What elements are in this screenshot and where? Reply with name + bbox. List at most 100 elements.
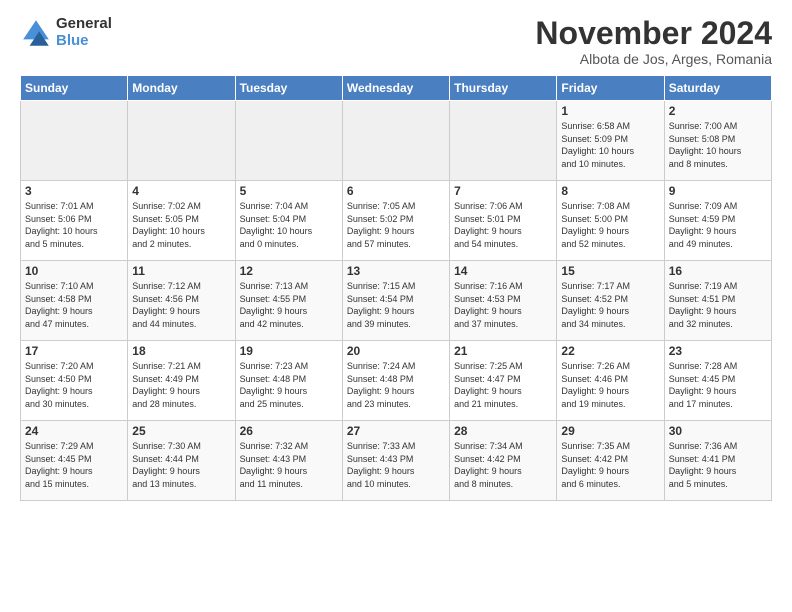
col-wednesday: Wednesday — [342, 76, 449, 101]
calendar-cell: 15 Sunrise: 7:17 AMSunset: 4:52 PMDayligh… — [557, 261, 664, 341]
day-info: Sunrise: 7:36 AMSunset: 4:41 PMDaylight:… — [669, 440, 767, 490]
day-info: Sunrise: 7:32 AMSunset: 4:43 PMDaylight:… — [240, 440, 338, 490]
logo-general: General — [56, 16, 112, 33]
month-title: November 2024 — [535, 16, 772, 51]
calendar-cell: 25Sunrise: 7:30 AMSunset: 4:44 PMDayligh… — [128, 421, 235, 501]
day-info: Sunrise: 7:13 AMSunset: 4:55 PMDaylight:… — [240, 280, 338, 330]
day-info: Sunrise: 7:00 AMSunset: 5:08 PMDaylight:… — [669, 120, 767, 170]
logo-blue: Blue — [56, 33, 112, 50]
day-number: 9 — [669, 184, 767, 198]
day-info: Sunrise: 7:28 AMSunset: 4:45 PMDaylight:… — [669, 360, 767, 410]
calendar-cell: 22Sunrise: 7:26 AMSunset: 4:46 PMDayligh… — [557, 341, 664, 421]
calendar-table: Sunday Monday Tuesday Wednesday Thursday… — [20, 75, 772, 501]
calendar-cell: 20 Sunrise: 7:24 AMSunset: 4:48 PMDayligh… — [342, 341, 449, 421]
day-number: 22 — [561, 344, 659, 358]
day-info: Sunrise: 7:34 AMSunset: 4:42 PMDaylight:… — [454, 440, 552, 490]
day-number: 3 — [25, 184, 123, 198]
day-number: 1 — [561, 104, 659, 118]
calendar-header: Sunday Monday Tuesday Wednesday Thursday… — [21, 76, 772, 101]
day-info: Sunrise: 7:16 AMSunset: 4:53 PMDaylight:… — [454, 280, 552, 330]
day-number: 2 — [669, 104, 767, 118]
calendar-cell — [342, 101, 449, 181]
location: Albota de Jos, Arges, Romania — [535, 51, 772, 67]
day-info: Sunrise: 7:06 AMSunset: 5:01 PMDaylight:… — [454, 200, 552, 250]
title-area: November 2024 Albota de Jos, Arges, Roma… — [535, 16, 772, 67]
day-info: Sunrise: 7:33 AMSunset: 4:43 PMDaylight:… — [347, 440, 445, 490]
calendar-cell: 26 Sunrise: 7:32 AMSunset: 4:43 PMDayligh… — [235, 421, 342, 501]
day-number: 11 — [132, 264, 230, 278]
day-number: 6 — [347, 184, 445, 198]
day-number: 19 — [240, 344, 338, 358]
calendar-week-0: 1Sunrise: 6:58 AMSunset: 5:09 PMDaylight… — [21, 101, 772, 181]
calendar-cell — [128, 101, 235, 181]
col-sunday: Sunday — [21, 76, 128, 101]
day-info: Sunrise: 7:10 AMSunset: 4:58 PMDaylight:… — [25, 280, 123, 330]
day-number: 14 — [454, 264, 552, 278]
day-number: 4 — [132, 184, 230, 198]
col-friday: Friday — [557, 76, 664, 101]
day-number: 25 — [132, 424, 230, 438]
calendar-cell — [235, 101, 342, 181]
day-info: Sunrise: 7:15 AMSunset: 4:54 PMDaylight:… — [347, 280, 445, 330]
calendar-cell: 24 Sunrise: 7:29 AMSunset: 4:45 PMDayligh… — [21, 421, 128, 501]
day-number: 10 — [25, 264, 123, 278]
day-number: 8 — [561, 184, 659, 198]
day-info: Sunrise: 7:09 AMSunset: 4:59 PMDaylight:… — [669, 200, 767, 250]
day-number: 27 — [347, 424, 445, 438]
day-number: 30 — [669, 424, 767, 438]
col-monday: Monday — [128, 76, 235, 101]
col-saturday: Saturday — [664, 76, 771, 101]
day-info: Sunrise: 7:21 AMSunset: 4:49 PMDaylight:… — [132, 360, 230, 410]
col-tuesday: Tuesday — [235, 76, 342, 101]
day-info: Sunrise: 7:02 AMSunset: 5:05 PMDaylight:… — [132, 200, 230, 250]
day-info: Sunrise: 7:17 AMSunset: 4:52 PMDaylight:… — [561, 280, 659, 330]
calendar-cell: 13 Sunrise: 7:15 AMSunset: 4:54 PMDayligh… — [342, 261, 449, 341]
calendar-cell: 4 Sunrise: 7:02 AMSunset: 5:05 PMDaylight… — [128, 181, 235, 261]
calendar-cell: 1Sunrise: 6:58 AMSunset: 5:09 PMDaylight… — [557, 101, 664, 181]
day-info: Sunrise: 7:24 AMSunset: 4:48 PMDaylight:… — [347, 360, 445, 410]
calendar-cell — [450, 101, 557, 181]
calendar-cell: 19Sunrise: 7:23 AMSunset: 4:48 PMDayligh… — [235, 341, 342, 421]
day-number: 26 — [240, 424, 338, 438]
logo-icon — [20, 17, 52, 49]
day-info: Sunrise: 7:05 AMSunset: 5:02 PMDaylight:… — [347, 200, 445, 250]
day-info: Sunrise: 7:25 AMSunset: 4:47 PMDaylight:… — [454, 360, 552, 410]
page-container: General Blue November 2024 Albota de Jos… — [0, 0, 792, 511]
day-number: 17 — [25, 344, 123, 358]
calendar-cell: 17 Sunrise: 7:20 AMSunset: 4:50 PMDayligh… — [21, 341, 128, 421]
day-number: 18 — [132, 344, 230, 358]
calendar-cell: 27 Sunrise: 7:33 AMSunset: 4:43 PMDayligh… — [342, 421, 449, 501]
day-info: Sunrise: 7:19 AMSunset: 4:51 PMDaylight:… — [669, 280, 767, 330]
day-info: Sunrise: 7:29 AMSunset: 4:45 PMDaylight:… — [25, 440, 123, 490]
day-info: Sunrise: 7:12 AMSunset: 4:56 PMDaylight:… — [132, 280, 230, 330]
calendar-cell — [21, 101, 128, 181]
day-number: 21 — [454, 344, 552, 358]
day-info: Sunrise: 7:35 AMSunset: 4:42 PMDaylight:… — [561, 440, 659, 490]
day-number: 15 — [561, 264, 659, 278]
day-number: 20 — [347, 344, 445, 358]
header-row: Sunday Monday Tuesday Wednesday Thursday… — [21, 76, 772, 101]
day-number: 29 — [561, 424, 659, 438]
calendar-cell: 10 Sunrise: 7:10 AMSunset: 4:58 PMDayligh… — [21, 261, 128, 341]
calendar-cell: 2 Sunrise: 7:00 AMSunset: 5:08 PMDaylight… — [664, 101, 771, 181]
calendar-cell: 12Sunrise: 7:13 AMSunset: 4:55 PMDayligh… — [235, 261, 342, 341]
calendar-cell: 28Sunrise: 7:34 AMSunset: 4:42 PMDayligh… — [450, 421, 557, 501]
calendar-week-1: 3Sunrise: 7:01 AMSunset: 5:06 PMDaylight… — [21, 181, 772, 261]
calendar-cell: 21 Sunrise: 7:25 AMSunset: 4:47 PMDayligh… — [450, 341, 557, 421]
col-thursday: Thursday — [450, 76, 557, 101]
calendar-cell: 5Sunrise: 7:04 AMSunset: 5:04 PMDaylight… — [235, 181, 342, 261]
calendar-cell: 16Sunrise: 7:19 AMSunset: 4:51 PMDayligh… — [664, 261, 771, 341]
calendar-cell: 29 Sunrise: 7:35 AMSunset: 4:42 PMDayligh… — [557, 421, 664, 501]
calendar-cell: 8 Sunrise: 7:08 AMSunset: 5:00 PMDaylight… — [557, 181, 664, 261]
logo-text: General Blue — [56, 16, 112, 49]
logo: General Blue — [20, 16, 112, 49]
day-info: Sunrise: 7:08 AMSunset: 5:00 PMDaylight:… — [561, 200, 659, 250]
day-number: 23 — [669, 344, 767, 358]
day-info: Sunrise: 7:20 AMSunset: 4:50 PMDaylight:… — [25, 360, 123, 410]
day-number: 13 — [347, 264, 445, 278]
header: General Blue November 2024 Albota de Jos… — [20, 16, 772, 67]
calendar-cell: 30 Sunrise: 7:36 AMSunset: 4:41 PMDayligh… — [664, 421, 771, 501]
calendar-week-4: 24 Sunrise: 7:29 AMSunset: 4:45 PMDayligh… — [21, 421, 772, 501]
day-number: 7 — [454, 184, 552, 198]
day-number: 24 — [25, 424, 123, 438]
